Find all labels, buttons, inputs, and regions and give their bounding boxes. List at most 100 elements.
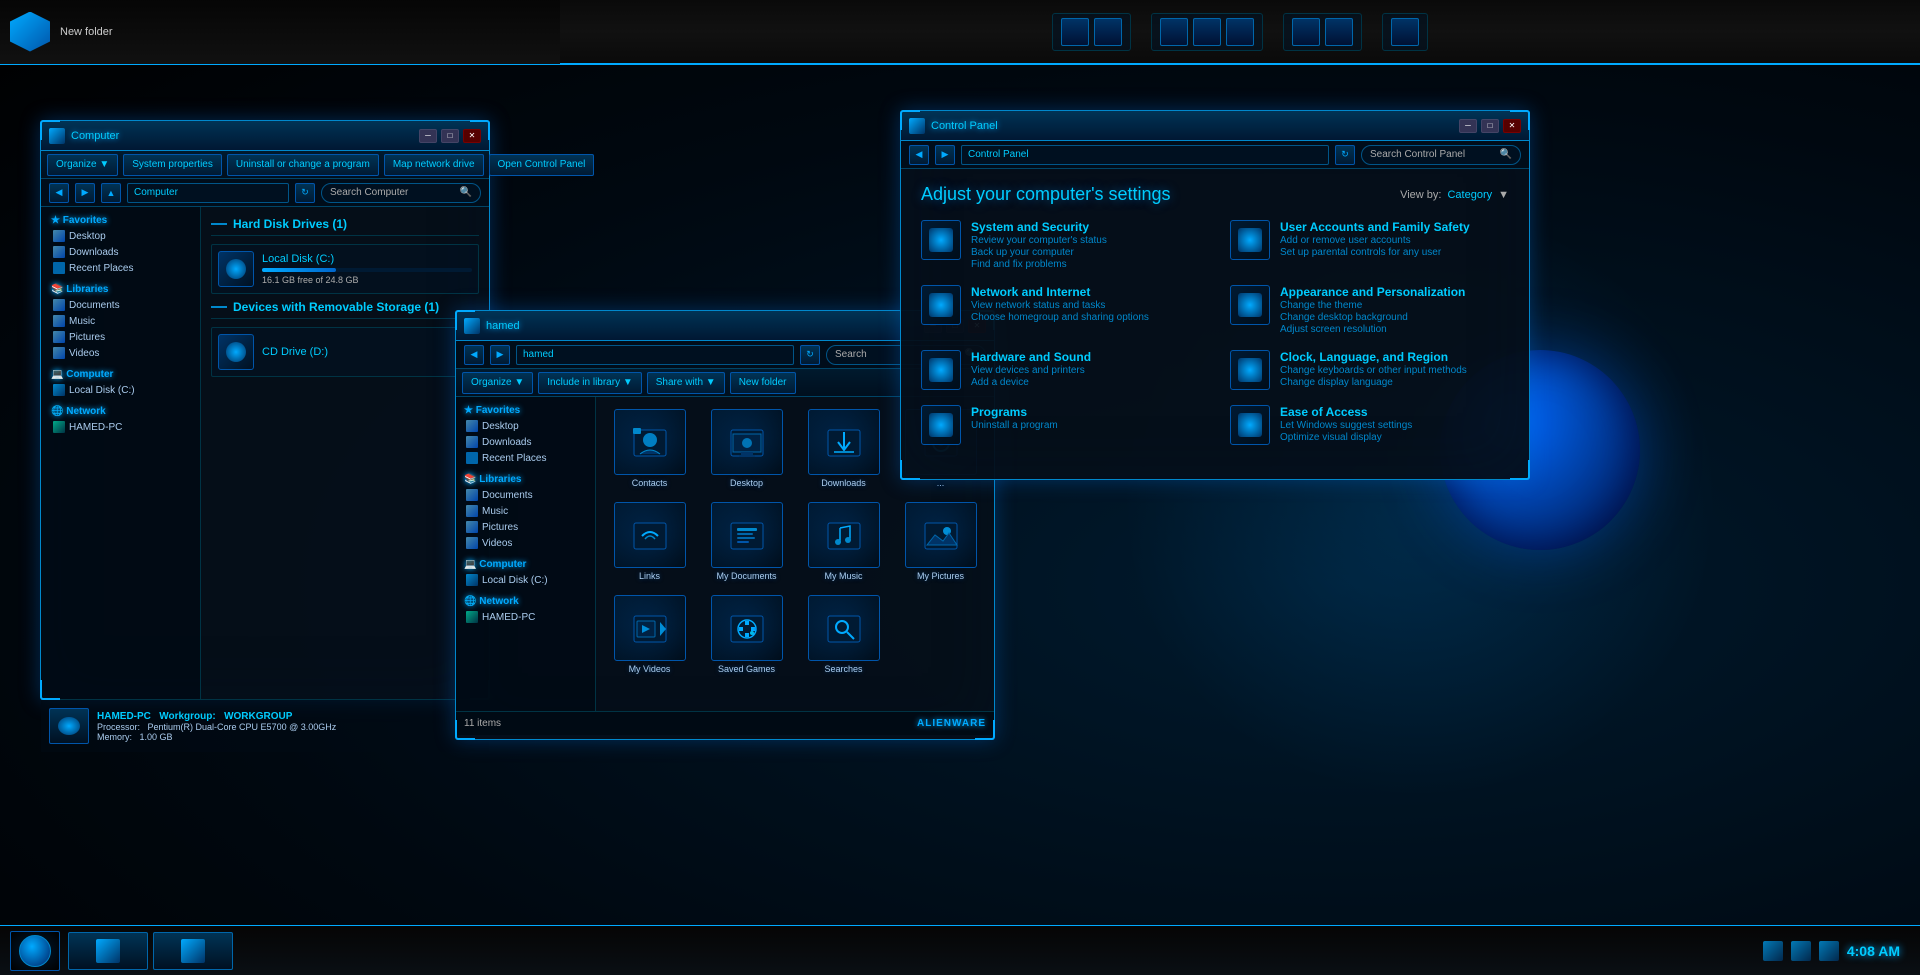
include-library-button[interactable]: Include in library ▼ — [538, 372, 642, 394]
back-button[interactable]: ◀ — [49, 183, 69, 203]
folder-item-my-documents[interactable]: My Documents — [699, 496, 794, 587]
folder-item-links[interactable]: Links — [602, 496, 697, 587]
share-with-button[interactable]: Share with ▼ — [647, 372, 725, 394]
cp-maximize-button[interactable]: □ — [1481, 119, 1499, 133]
cp-viewby-value[interactable]: Category — [1447, 189, 1492, 201]
exp-sidebar-hamed-pc[interactable]: HAMED-PC — [460, 609, 591, 625]
taskbar-icon-btn-5[interactable] — [1226, 18, 1254, 46]
cp-titlebar: Control Panel ─ □ ✕ — [901, 111, 1529, 141]
refresh-button[interactable]: ↻ — [295, 183, 315, 203]
maximize-button[interactable]: □ — [441, 129, 459, 143]
explorer-forward-button[interactable]: ▶ — [490, 345, 510, 365]
explorer-refresh-button[interactable]: ↻ — [800, 345, 820, 365]
contacts-folder-icon — [632, 424, 668, 460]
sidebar-item-hamed-pc[interactable]: HAMED-PC — [47, 419, 194, 435]
explorer-address-box[interactable]: hamed — [516, 345, 794, 365]
folder-item-my-videos[interactable]: My Videos — [602, 589, 697, 680]
taskbar-app-explorer[interactable] — [153, 932, 233, 970]
taskbar-app-computer[interactable] — [68, 932, 148, 970]
cp-address-box[interactable]: Control Panel — [961, 145, 1329, 165]
map-network-drive-button[interactable]: Map network drive — [384, 154, 484, 176]
cp-minimize-button[interactable]: ─ — [1459, 119, 1477, 133]
exp-sidebar-desktop[interactable]: Desktop — [460, 418, 591, 434]
forward-button[interactable]: ▶ — [75, 183, 95, 203]
sidebar-item-videos[interactable]: Videos — [47, 345, 194, 361]
cp-link-desktop-background[interactable]: Change desktop background — [1280, 312, 1509, 323]
sidebar-item-desktop[interactable]: Desktop — [47, 228, 194, 244]
cp-link-add-remove-accounts[interactable]: Add or remove user accounts — [1280, 235, 1509, 246]
cp-user-accounts-title[interactable]: User Accounts and Family Safety — [1280, 220, 1509, 234]
exp-sidebar-downloads[interactable]: Downloads — [460, 434, 591, 450]
computer-search-box[interactable]: Search Computer 🔍 — [321, 183, 481, 203]
cp-link-devices-printers[interactable]: View devices and printers — [971, 365, 1200, 376]
exp-sidebar-recent[interactable]: Recent Places — [460, 450, 591, 466]
cp-link-parental-controls[interactable]: Set up parental controls for any user — [1280, 247, 1509, 258]
taskbar-icon-btn-4[interactable] — [1193, 18, 1221, 46]
cp-forward-button[interactable]: ▶ — [935, 145, 955, 165]
explorer-organize-button[interactable]: Organize ▼ — [462, 372, 533, 394]
exp-sidebar-music[interactable]: Music — [460, 503, 591, 519]
taskbar-icon-btn-7[interactable] — [1325, 18, 1353, 46]
exp-sidebar-documents[interactable]: Documents — [460, 487, 591, 503]
folder-item-downloads[interactable]: Downloads — [796, 403, 891, 494]
taskbar-icon-btn-1[interactable] — [1061, 18, 1089, 46]
taskbar-icon-btn-3[interactable] — [1160, 18, 1188, 46]
folder-item-searches[interactable]: Searches — [796, 589, 891, 680]
cp-link-display-language[interactable]: Change display language — [1280, 377, 1509, 388]
cp-network-title[interactable]: Network and Internet — [971, 285, 1200, 299]
cp-search-box[interactable]: Search Control Panel 🔍 — [1361, 145, 1521, 165]
cp-link-suggest-settings[interactable]: Let Windows suggest settings — [1280, 420, 1509, 431]
folder-item-saved-games[interactable]: Saved Games — [699, 589, 794, 680]
open-control-panel-button[interactable]: Open Control Panel — [489, 154, 595, 176]
taskbar-icon-btn-6[interactable] — [1292, 18, 1320, 46]
exp-sidebar-local-disk[interactable]: Local Disk (C:) — [460, 572, 591, 588]
exp-downloads-label: Downloads — [482, 437, 531, 448]
computer-window: Computer ─ □ ✕ Organize ▼ System propert… — [40, 120, 490, 700]
cp-appearance-title[interactable]: Appearance and Personalization — [1280, 285, 1509, 299]
explorer-back-button[interactable]: ◀ — [464, 345, 484, 365]
sidebar-item-recent[interactable]: Recent Places — [47, 260, 194, 276]
sidebar-item-documents[interactable]: Documents — [47, 297, 194, 313]
cp-programs-title[interactable]: Programs — [971, 405, 1200, 419]
sidebar-item-pictures[interactable]: Pictures — [47, 329, 194, 345]
folder-item-my-music[interactable]: My Music — [796, 496, 891, 587]
exp-sidebar-videos[interactable]: Videos — [460, 535, 591, 551]
sidebar-item-music[interactable]: Music — [47, 313, 194, 329]
minimize-button[interactable]: ─ — [419, 129, 437, 143]
folder-item-contacts[interactable]: Contacts — [602, 403, 697, 494]
folder-item-desktop[interactable]: Desktop — [699, 403, 794, 494]
cp-back-button[interactable]: ◀ — [909, 145, 929, 165]
cp-link-homegroup[interactable]: Choose homegroup and sharing options — [971, 312, 1200, 323]
taskbar-icon-btn-2[interactable] — [1094, 18, 1122, 46]
uninstall-program-button[interactable]: Uninstall or change a program — [227, 154, 379, 176]
up-button[interactable]: ▲ — [101, 183, 121, 203]
taskbar-start-button[interactable] — [10, 931, 60, 971]
cp-link-uninstall[interactable]: Uninstall a program — [971, 420, 1200, 431]
cd-drive-item[interactable]: CD Drive (D:) — [211, 327, 479, 377]
cp-corner-tr — [1510, 110, 1530, 130]
system-properties-button[interactable]: System properties — [123, 154, 222, 176]
organize-button[interactable]: Organize ▼ — [47, 154, 118, 176]
cp-link-visual-display[interactable]: Optimize visual display — [1280, 432, 1509, 443]
cp-ease-title[interactable]: Ease of Access — [1280, 405, 1509, 419]
cp-link-review-status[interactable]: Review your computer's status — [971, 235, 1200, 246]
cp-link-screen-resolution[interactable]: Adjust screen resolution — [1280, 324, 1509, 335]
address-box[interactable]: Computer — [127, 183, 289, 203]
cp-link-keyboards[interactable]: Change keyboards or other input methods — [1280, 365, 1509, 376]
cp-link-backup[interactable]: Back up your computer — [971, 247, 1200, 258]
exp-sidebar-pictures[interactable]: Pictures — [460, 519, 591, 535]
folder-item-my-pictures[interactable]: My Pictures — [893, 496, 988, 587]
cp-link-fix-problems[interactable]: Find and fix problems — [971, 259, 1200, 270]
cp-link-network-status[interactable]: View network status and tasks — [971, 300, 1200, 311]
cp-link-add-device[interactable]: Add a device — [971, 377, 1200, 388]
cp-system-security-title[interactable]: System and Security — [971, 220, 1200, 234]
sidebar-item-local-disk[interactable]: Local Disk (C:) — [47, 382, 194, 398]
sidebar-item-downloads[interactable]: Downloads — [47, 244, 194, 260]
local-disk-item[interactable]: Local Disk (C:) 16.1 GB free of 24.8 GB — [211, 244, 479, 294]
cp-hardware-title[interactable]: Hardware and Sound — [971, 350, 1200, 364]
explorer-new-folder-button[interactable]: New folder — [730, 372, 796, 394]
cp-refresh-button[interactable]: ↻ — [1335, 145, 1355, 165]
cp-link-change-theme[interactable]: Change the theme — [1280, 300, 1509, 311]
taskbar-icon-btn-8[interactable] — [1391, 18, 1419, 46]
cp-clock-title[interactable]: Clock, Language, and Region — [1280, 350, 1509, 364]
